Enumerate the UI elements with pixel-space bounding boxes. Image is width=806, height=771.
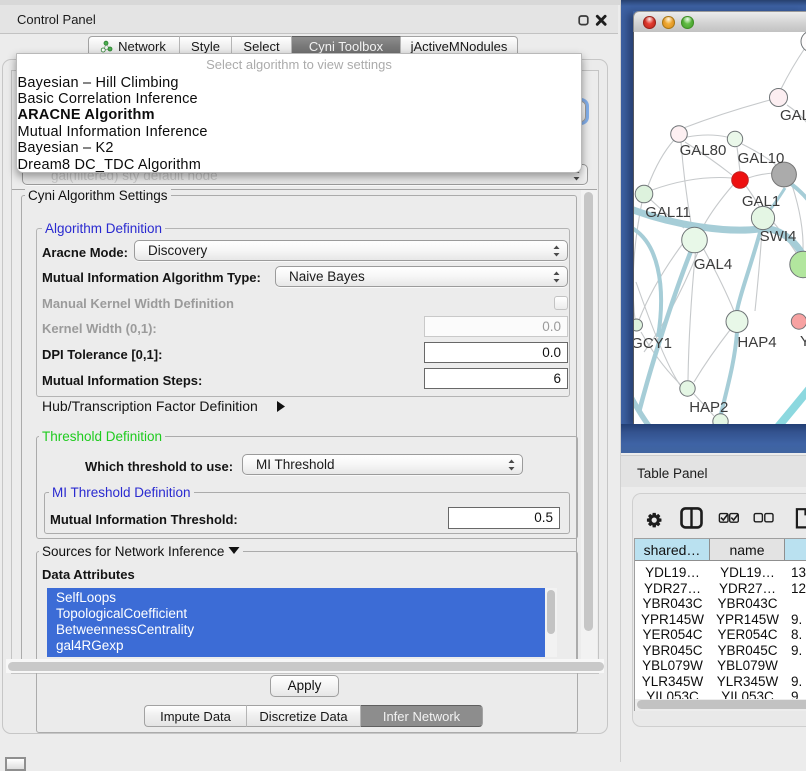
svg-text:HAP2: HAP2: [689, 399, 728, 416]
svg-text:GAL80: GAL80: [680, 142, 727, 159]
svg-text:GAL7: GAL7: [780, 107, 806, 124]
svg-text:GAL1: GAL1: [742, 193, 780, 210]
svg-text:YP: YP: [800, 333, 806, 350]
svg-text:GAL4: GAL4: [694, 256, 732, 273]
svg-text:GAL11: GAL11: [645, 204, 691, 221]
svg-text:GAL10: GAL10: [738, 150, 785, 167]
svg-text:HAP4: HAP4: [737, 334, 776, 351]
svg-text:SWI4: SWI4: [760, 228, 797, 245]
svg-text:GCY1: GCY1: [634, 335, 672, 352]
